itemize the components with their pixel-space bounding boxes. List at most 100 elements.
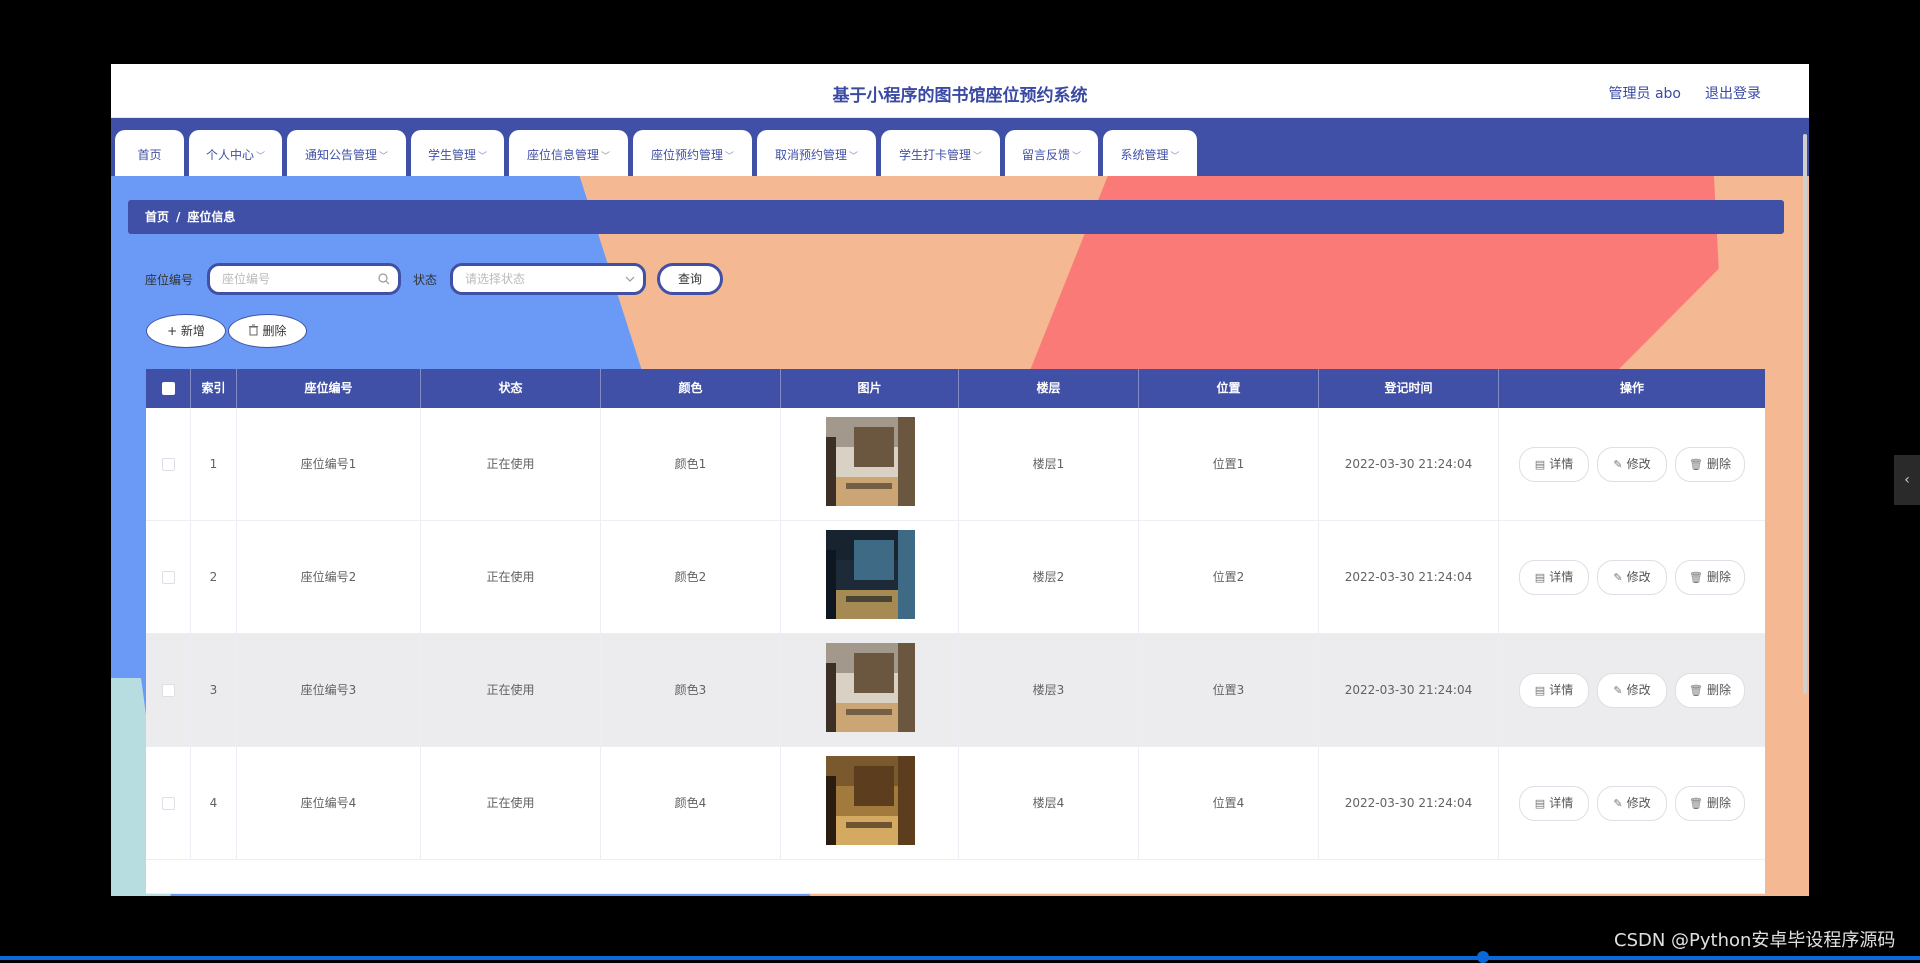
video-progress-bar[interactable] <box>0 956 1920 960</box>
position-cell: 位置4 <box>1139 747 1319 860</box>
row-checkbox[interactable] <box>162 797 175 810</box>
edit-icon: ✎ <box>1613 571 1623 584</box>
chevron-down-icon <box>625 276 635 282</box>
delete-button[interactable]: 🗑 删除 <box>1675 560 1745 595</box>
detail-button[interactable]: ▤ 详情 <box>1519 786 1589 821</box>
table-header: 索引 座位编号 状态 颜色 图片 楼层 位置 登记时间 操作 <box>146 369 1765 408</box>
nav-item-personal-center[interactable]: 个人中心 ﹀ <box>189 130 282 176</box>
table-row: 4 座位编号4 正在使用 颜色4 楼层4 位置4 2022-03-30 21:24:04 ▤ 详… <box>146 747 1765 860</box>
column-header: 图片 <box>781 369 959 408</box>
select-all-checkbox[interactable] <box>162 382 175 395</box>
nav-item-seat-booking[interactable]: 座位预约管理 ﹀ <box>633 130 752 176</box>
seat-photo-image[interactable] <box>826 530 915 619</box>
nav-item-home[interactable]: 首页 <box>115 130 184 176</box>
nav-item-students[interactable]: 学生管理 ﹀ <box>411 130 504 176</box>
status-cell: 正在使用 <box>421 634 601 747</box>
op-label: 修改 <box>1626 457 1651 471</box>
logout-link[interactable]: 退出登录 <box>1705 83 1761 103</box>
query-button[interactable]: 查询 <box>657 263 723 295</box>
column-header: 登记时间 <box>1319 369 1499 408</box>
batch-delete-button[interactable]: 删除 <box>228 314 307 348</box>
image-cell <box>781 521 959 634</box>
chevron-down-icon: ﹀ <box>1170 152 1180 162</box>
edit-button[interactable]: ✎ 修改 <box>1597 673 1667 708</box>
status-cell: 正在使用 <box>421 408 601 521</box>
seat-photo-image[interactable] <box>826 417 915 506</box>
status-placeholder: 请选择状态 <box>465 272 526 286</box>
nav-item-label: 个人中心 <box>205 148 254 162</box>
video-progress-handle[interactable] <box>1477 951 1489 963</box>
operations-cell: ▤ 详情 ✎ 修改 🗑 删除 <box>1499 747 1765 860</box>
position-cell: 位置3 <box>1139 634 1319 747</box>
row-checkbox[interactable] <box>162 684 175 697</box>
seat-number-cell: 座位编号3 <box>237 634 421 747</box>
row-checkbox[interactable] <box>162 571 175 584</box>
delete-button[interactable]: 🗑 删除 <box>1675 786 1745 821</box>
seat-photo-image[interactable] <box>826 643 915 732</box>
op-label: 修改 <box>1626 683 1651 697</box>
row-select-cell <box>146 408 191 521</box>
edit-button[interactable]: ✎ 修改 <box>1597 447 1667 482</box>
chevron-left-icon: ‹ <box>1904 472 1910 488</box>
breadcrumb-home[interactable]: 首页 <box>145 210 169 224</box>
color-cell: 颜色3 <box>601 634 781 747</box>
color-cell: 颜色1 <box>601 408 781 521</box>
delete-button[interactable]: 🗑 删除 <box>1675 673 1745 708</box>
breadcrumb-current: 座位信息 <box>187 210 236 224</box>
index-cell: 3 <box>191 634 237 747</box>
seat-number-placeholder: 座位编号 <box>222 272 271 286</box>
nav-item-seat-info[interactable]: 座位信息管理 ﹀ <box>509 130 628 176</box>
trash-icon: 🗑 <box>1689 458 1703 471</box>
seat-number-cell: 座位编号4 <box>237 747 421 860</box>
seat-photo-image[interactable] <box>826 756 915 845</box>
registration-time-cell: 2022-03-30 21:24:04 <box>1319 634 1499 747</box>
edit-button[interactable]: ✎ 修改 <box>1597 560 1667 595</box>
seat-number-input[interactable]: 座位编号 <box>207 263 401 295</box>
trash-icon: 🗑 <box>1689 684 1703 697</box>
delete-button[interactable]: 🗑 删除 <box>1675 447 1745 482</box>
select-all-cell <box>146 369 191 408</box>
color-cell: 颜色4 <box>601 747 781 860</box>
color-cell: 颜色2 <box>601 521 781 634</box>
column-header: 位置 <box>1139 369 1319 408</box>
detail-button[interactable]: ▤ 详情 <box>1519 673 1589 708</box>
nav-item-system[interactable]: 系统管理 ﹀ <box>1103 130 1197 176</box>
position-cell: 位置2 <box>1139 521 1319 634</box>
op-label: 删除 <box>1706 796 1731 810</box>
batch-delete-label: 删除 <box>262 324 287 338</box>
chevron-down-icon: ﹀ <box>973 152 983 162</box>
add-button[interactable]: + 新增 <box>146 314 226 348</box>
collapse-side-panel-button[interactable]: ‹ <box>1894 455 1920 505</box>
op-label: 删除 <box>1706 683 1731 697</box>
table-row: 3 座位编号3 正在使用 颜色3 楼层3 位置3 2022-03-30 21:24:04 ▤ 详… <box>146 634 1765 747</box>
edit-icon: ✎ <box>1613 797 1623 810</box>
op-label: 详情 <box>1549 796 1574 810</box>
nav-item-notice[interactable]: 通知公告管理 ﹀ <box>287 130 406 176</box>
row-checkbox[interactable] <box>162 458 175 471</box>
edit-icon: ✎ <box>1613 684 1623 697</box>
image-cell <box>781 747 959 860</box>
vertical-scrollbar[interactable] <box>1803 134 1807 694</box>
op-label: 删除 <box>1706 570 1731 584</box>
op-label: 修改 <box>1626 796 1651 810</box>
chevron-down-icon: ﹀ <box>1072 152 1082 162</box>
row-select-cell <box>146 521 191 634</box>
column-header: 操作 <box>1619 381 1644 395</box>
nav-item-checkin[interactable]: 学生打卡管理 ﹀ <box>881 130 1000 176</box>
edit-button[interactable]: ✎ 修改 <box>1597 786 1667 821</box>
floor-cell: 楼层2 <box>959 521 1139 634</box>
nav-item-feedback[interactable]: 留言反馈 ﹀ <box>1005 130 1098 176</box>
detail-button[interactable]: ▤ 详情 <box>1519 560 1589 595</box>
status-select[interactable]: 请选择状态 <box>450 263 646 295</box>
chevron-down-icon: ﹀ <box>256 152 266 162</box>
search-icon <box>378 273 390 285</box>
document-icon: ▤ <box>1534 458 1546 471</box>
chevron-down-icon: ﹀ <box>849 152 859 162</box>
chevron-down-icon: ﹀ <box>725 152 735 162</box>
operations-cell: ▤ 详情 ✎ 修改 🗑 删除 <box>1499 521 1765 634</box>
chevron-down-icon: ﹀ <box>379 152 389 162</box>
detail-button[interactable]: ▤ 详情 <box>1519 447 1589 482</box>
floor-cell: 楼层4 <box>959 747 1139 860</box>
nav-item-cancel-booking[interactable]: 取消预约管理 ﹀ <box>757 130 876 176</box>
breadcrumb: 首页 / 座位信息 <box>128 200 1784 234</box>
